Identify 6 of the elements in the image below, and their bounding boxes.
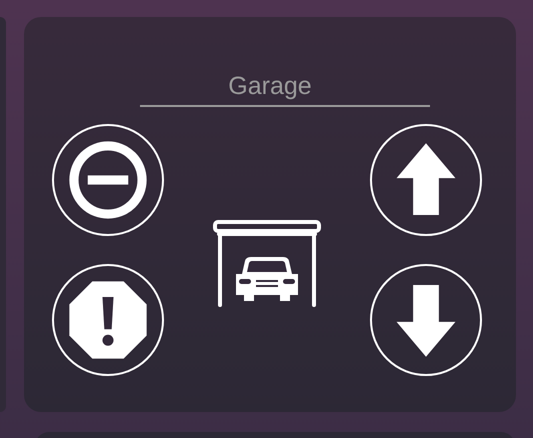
card-title: Garage xyxy=(228,71,312,101)
up-button[interactable] xyxy=(370,124,482,236)
alarm-button[interactable] xyxy=(52,264,164,376)
stop-button[interactable] xyxy=(52,124,164,236)
garage-car-icon xyxy=(212,219,322,309)
down-button[interactable] xyxy=(370,264,482,376)
